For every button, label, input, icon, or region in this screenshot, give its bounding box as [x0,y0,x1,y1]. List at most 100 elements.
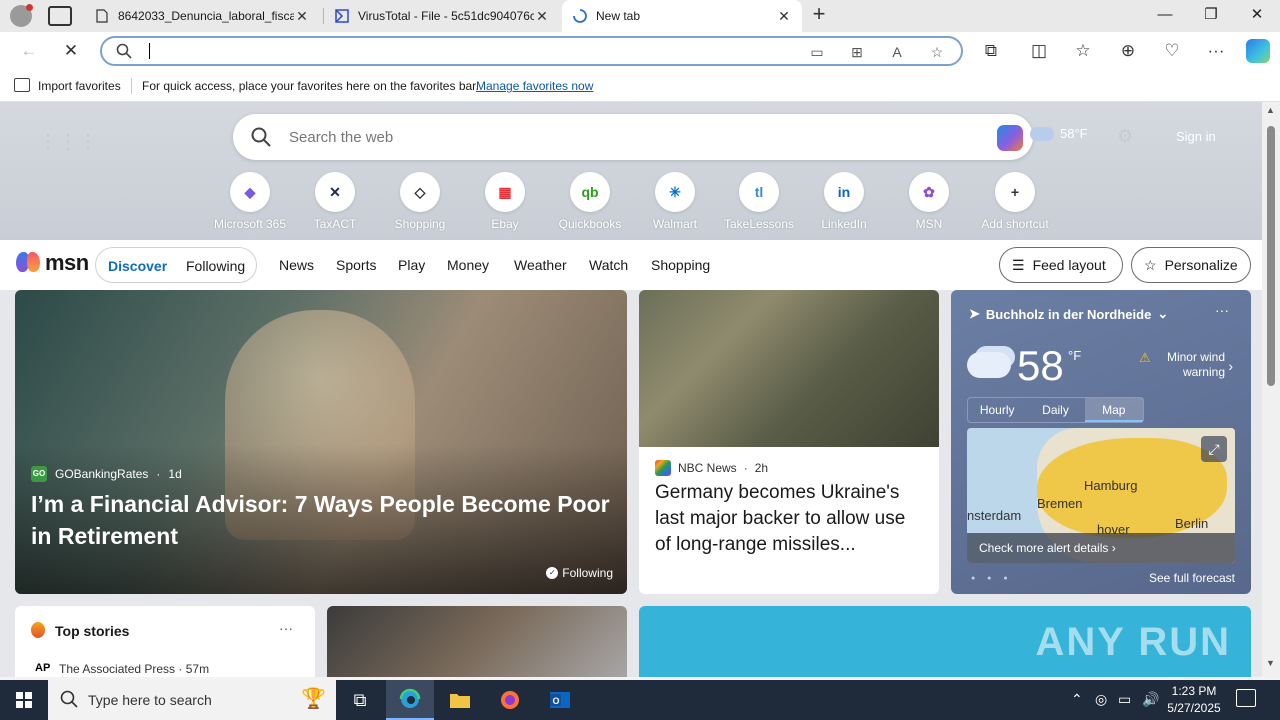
extensions-icon[interactable]: ⧉ [978,38,1004,64]
star-icon: ☆ [1144,256,1157,273]
personalize-button[interactable]: ☆ Personalize [1131,247,1251,283]
chevron-right-icon[interactable]: › [1228,358,1233,374]
shortcut-shopping[interactable]: ◇ Shopping [378,172,462,231]
taskbar-search[interactable]: Type here to search 🏆 [48,680,336,720]
article-card-image[interactable] [327,606,627,677]
volume-icon[interactable]: 🔊 [1142,691,1159,708]
shortcut-microsoft-365[interactable]: ◆ Microsoft 365 [208,172,292,231]
shortcut-linkedin[interactable]: in LinkedIn [802,172,886,231]
nav-money[interactable]: Money [447,257,489,273]
sign-in-link[interactable]: Sign in [1176,129,1216,144]
nav-shopping[interactable]: Shopping [651,257,710,273]
web-search-box[interactable]: Search the web [233,114,1033,160]
nav-weather[interactable]: Weather [514,257,567,273]
nav-play[interactable]: Play [398,257,425,273]
favorite-star-icon[interactable]: ☆ [926,41,948,63]
tab-discover[interactable]: Discover [108,258,167,274]
apps-icon[interactable]: ⊞ [846,41,868,63]
news-article-card[interactable]: NBC News · 2h Germany becomes Ukraine's … [639,290,939,594]
promo-card[interactable]: ANY RUN [639,606,1251,677]
close-tab-icon[interactable]: ✕ [534,8,550,25]
copilot-icon[interactable] [1246,39,1270,63]
shortcut-taxact[interactable]: ✕ TaxACT [293,172,377,231]
network-icon[interactable]: ▭ [1118,691,1131,708]
collections-icon[interactable]: ⊕ [1115,38,1141,64]
outlook-icon[interactable]: O [536,680,584,720]
more-options-icon[interactable]: ··· [279,620,293,636]
article-title[interactable]: Germany becomes Ukraine's last major bac… [655,480,925,558]
restore-button[interactable]: ❐ [1188,0,1234,32]
firefox-icon[interactable] [486,680,534,720]
page-scrollbar[interactable]: ▲ ▼ [1262,102,1280,677]
story-source[interactable]: The Associated Press · 57m [59,662,209,676]
following-badge[interactable]: ✓ Following [546,566,613,580]
stop-loading-button[interactable]: ✕ [58,38,84,64]
task-view-icon[interactable]: ⧉ [336,680,384,720]
loading-icon [572,8,588,24]
scroll-up-icon[interactable]: ▲ [1266,105,1275,115]
feed-layout-button[interactable]: ☰ Feed layout [999,247,1123,283]
split-screen-icon[interactable]: ◫ [1026,38,1052,64]
temperature-unit[interactable]: °F [1068,348,1081,363]
tab-new-tab[interactable]: New tab ✕ [562,0,802,32]
tab-hourly[interactable]: Hourly [968,398,1026,422]
app-launcher-icon[interactable]: ⋮⋮⋮ [38,129,98,154]
copilot-icon[interactable] [997,125,1023,151]
back-button[interactable]: ← [16,38,42,64]
new-tab-button[interactable]: + [808,3,830,26]
shortcut-add-shortcut[interactable]: + Add shortcut [973,172,1057,231]
scrollbar-thumb[interactable] [1267,126,1275,386]
app-available-icon[interactable]: ▭ [806,41,828,63]
favorites-icon[interactable]: ☆ [1070,38,1096,64]
shortcut-msn[interactable]: ✿ MSN [887,172,971,231]
start-button[interactable] [0,680,48,720]
full-forecast-link[interactable]: See full forecast [1149,571,1235,585]
shortcut-takelessons[interactable]: tl TakeLessons [717,172,801,231]
tab-actions-icon[interactable] [48,6,72,26]
article-title[interactable]: I’m a Financial Advisor: 7 Ways People B… [31,488,621,552]
nav-sports[interactable]: Sports [336,257,376,273]
weather-location[interactable]: ➤ Buchholz in der Nordheide ⌄ [969,306,1168,322]
carousel-dots[interactable]: ● ● ● [971,575,1013,582]
import-favorites-icon[interactable] [14,78,30,92]
manage-favorites-link[interactable]: Manage favorites now [476,79,593,93]
nav-watch[interactable]: Watch [589,257,628,273]
tab-denuncia[interactable]: 8642033_Denuncia_laboral_fiscal ✕ [84,0,320,32]
weather-warning[interactable]: Minor wind warning [1137,350,1225,380]
tab-virustotal[interactable]: VirusTotal - File - 5c51dc904076c ✕ [324,0,560,32]
scroll-down-icon[interactable]: ▼ [1266,658,1275,668]
browser-essentials-icon[interactable]: ♡ [1159,38,1185,64]
notification-center-icon[interactable] [1236,689,1256,707]
checkmark-icon: ✓ [546,567,559,579]
gear-icon[interactable]: ⚙ [1117,126,1133,147]
address-bar[interactable]: ▭ ⊞ A ☆ [100,36,963,66]
file-explorer-icon[interactable] [436,680,484,720]
settings-more-icon[interactable]: ··· [1203,38,1229,64]
meet-now-icon[interactable]: ◎ [1095,691,1107,708]
alert-details-link[interactable]: Check more alert details › [967,533,1235,563]
virustotal-icon [334,8,350,24]
close-tab-icon[interactable]: ✕ [294,8,310,25]
shortcut-ebay[interactable]: ▦ Ebay [463,172,547,231]
shortcut-walmart[interactable]: ✳ Walmart [633,172,717,231]
expand-map-icon[interactable]: ⤢ [1201,436,1227,462]
show-hidden-icons[interactable]: ⌃ [1071,691,1083,708]
more-options-icon[interactable]: ··· [1215,302,1229,318]
read-aloud-icon[interactable]: A [886,41,908,63]
import-favorites-button[interactable]: Import favorites [38,79,121,93]
tab-daily[interactable]: Daily [1026,398,1084,422]
minimize-button[interactable]: — [1142,0,1188,32]
feature-article-card[interactable]: GO GOBankingRates · 1d I’m a Financial A… [15,290,627,594]
shortcut-quickbooks[interactable]: qb Quickbooks [548,172,632,231]
close-tab-icon[interactable]: ✕ [776,8,792,25]
profile-avatar-icon[interactable] [10,4,33,27]
edge-browser-icon[interactable] [386,680,434,720]
system-clock[interactable]: 1:23 PM 5/27/2025 [1160,683,1228,717]
tab-following[interactable]: Following [186,258,245,274]
hero-weather[interactable]: 58°F [1030,126,1088,141]
msn-logo[interactable]: msn [16,250,89,276]
nav-news[interactable]: News [279,257,314,273]
tab-map[interactable]: Map [1084,398,1143,422]
weather-map[interactable]: Hamburg Bremen nsterdam Berlin hover ⤢ C… [967,428,1235,563]
close-window-button[interactable]: ✕ [1234,0,1280,32]
